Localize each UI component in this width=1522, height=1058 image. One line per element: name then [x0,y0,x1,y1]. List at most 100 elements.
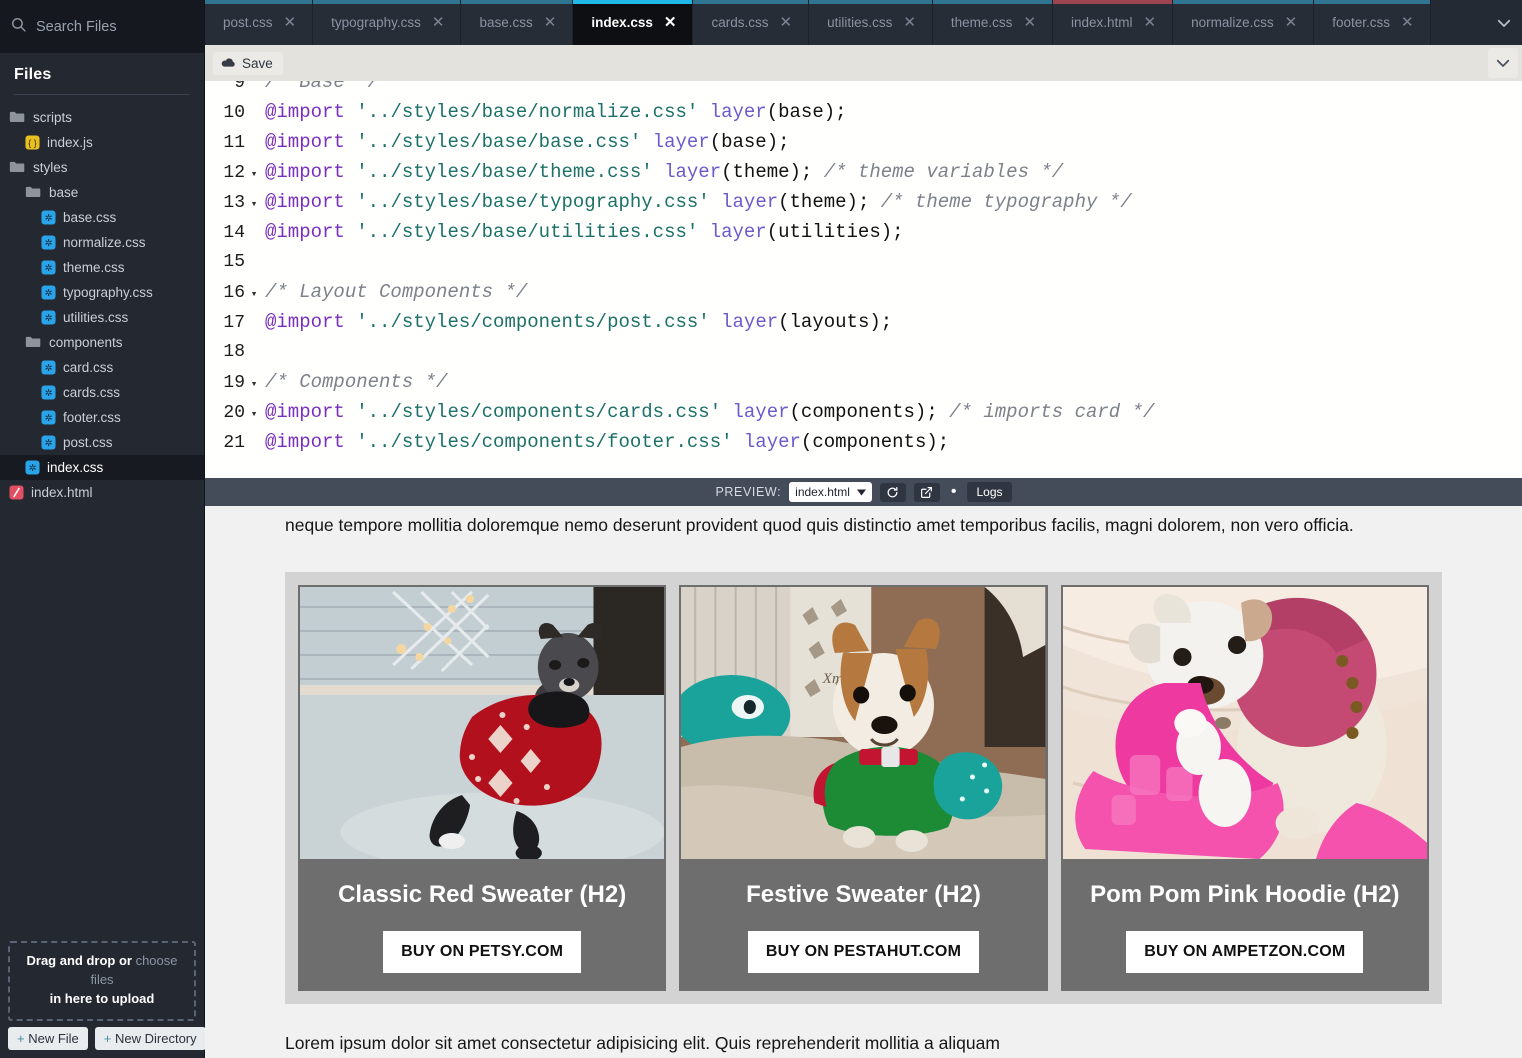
editor-toolbar: Save [205,45,1522,81]
code-line: 17@import '../styles/components/post.css… [205,307,1522,337]
tab-base-css[interactable]: base.css✕ [461,0,573,45]
fold-arrow-icon[interactable]: ▾ [247,400,261,430]
tree-item-footer-css[interactable]: ✲footer.css [0,405,204,430]
tree-item-label: base.css [63,210,116,225]
tab-label: normalize.css [1191,15,1274,30]
tab-close-icon[interactable]: ✕ [284,15,297,30]
new-item-buttons: + New File + New Directory [0,1027,204,1058]
svg-text:✲: ✲ [45,263,53,273]
tree-item-normalize-css[interactable]: ✲normalize.css [0,230,204,255]
css-file-icon: ✲ [41,410,56,425]
tree-item-card-css[interactable]: ✲card.css [0,355,204,380]
tab-accent [933,0,1052,4]
product-buy-button[interactable]: BUY ON PESTAHUT.COM [748,931,979,973]
preview-refresh-button[interactable] [880,483,906,502]
preview-logs-button[interactable]: Logs [967,482,1011,502]
chevron-down-icon [857,489,866,496]
css-file-icon: ✲ [41,235,56,250]
new-file-button[interactable]: + New File [8,1027,88,1050]
tab-normalize-css[interactable]: normalize.css ✕ [1173,0,1314,45]
tab-overflow-chevron-down-icon[interactable] [1486,0,1522,45]
css-file-icon: ✲ [41,285,56,300]
new-directory-button[interactable]: + New Directory [95,1027,206,1050]
svg-text:✲: ✲ [29,463,37,473]
line-number: 12 [205,158,247,188]
product-card: XmasFestive Sweater (H2)BUY ON PESTAHUT.… [679,585,1047,991]
tree-item-typography-css[interactable]: ✲typography.css [0,280,204,305]
tab-close-icon[interactable]: ✕ [664,15,677,30]
tree-item-index-js[interactable]: { }index.js [0,130,204,155]
cloud-icon [221,56,236,71]
tab-index-css[interactable]: index.css✕ [573,0,693,45]
tab-close-icon[interactable]: ✕ [779,15,792,30]
tree-item-components[interactable]: components [0,330,204,355]
css-file-icon: ✲ [41,210,56,225]
tab-close-icon[interactable]: ✕ [1401,15,1414,30]
folder-icon [25,335,42,351]
tab-post-css[interactable]: post.css✕ [205,0,313,45]
tree-item-cards-css[interactable]: ✲cards.css [0,380,204,405]
preview-paragraph-bottom: Lorem ipsum dolor sit amet consectetur a… [285,1004,1442,1058]
fold-arrow-icon[interactable]: ▾ [247,370,261,400]
tab-typography-css[interactable]: typography.css✕ [313,0,461,45]
preview-file-select[interactable]: index.html [789,482,872,502]
code-text: @import '../styles/components/post.css' … [261,307,892,337]
fold-arrow-icon[interactable]: ▾ [247,280,261,310]
tab-close-icon[interactable]: ✕ [1144,15,1157,30]
tree-item-utilities-css[interactable]: ✲utilities.css [0,305,204,330]
tree-item-label: theme.css [63,260,125,275]
svg-text:✲: ✲ [45,238,53,248]
tab-accent [573,0,692,4]
tab-close-icon[interactable]: ✕ [903,15,916,30]
preview-paragraph-top: neque tempore mollitia doloremque nemo d… [285,506,1442,540]
tree-item-index-css[interactable]: ✲index.css [0,455,204,480]
line-number: 20 [205,398,247,428]
product-card: Pom Pom Pink Hoodie (H2)BUY ON AMPETZON.… [1061,585,1429,991]
tree-item-theme-css[interactable]: ✲ theme.css [0,255,204,280]
toolbar-chevron-down-icon[interactable] [1488,48,1518,78]
js-file-icon: { } [25,135,40,150]
tab-theme-css[interactable]: theme.css✕ [933,0,1053,45]
line-number: 13 [205,188,247,218]
tab-cards-css[interactable]: cards.css✕ [693,0,809,45]
tab-close-icon[interactable]: ✕ [432,15,445,30]
upload-dropzone[interactable]: Drag and drop or choose files in here to… [8,941,196,1021]
search-bar[interactable] [0,0,204,53]
code-editor[interactable]: 9/* Base */10@import '../styles/base/nor… [205,81,1522,478]
tree-item-label: styles [33,160,68,175]
tree-item-base[interactable]: base [0,180,204,205]
tree-item-post-css[interactable]: ✲post.css [0,430,204,455]
fold-arrow-icon[interactable]: ▾ [247,160,261,190]
preview-open-external-button[interactable] [914,483,940,502]
product-buy-button[interactable]: BUY ON PETSY.COM [383,931,581,973]
code-line: 12▾@import '../styles/base/theme.css' la… [205,157,1522,187]
css-file-icon: ✲ [41,235,56,250]
preview-toolbar: PREVIEW: index.html • Logs [205,478,1522,506]
fold-arrow-icon[interactable]: ▾ [247,190,261,220]
code-text: @import '../styles/base/normalize.css' l… [261,97,847,127]
line-number: 21 [205,428,247,458]
tab-close-icon[interactable]: ✕ [1023,15,1036,30]
upload-text-a: Drag and drop or [27,953,136,968]
tab-footer-css[interactable]: footer.css✕ [1314,0,1430,45]
search-input[interactable] [36,19,194,35]
code-line: 10@import '../styles/base/normalize.css'… [205,97,1522,127]
tree-item-label: utilities.css [63,310,128,325]
files-header: Files [0,53,204,94]
css-file-icon: ✲ [25,460,40,475]
preview-viewport[interactable]: neque tempore mollitia doloremque nemo d… [205,506,1522,1058]
tree-item-label: scripts [33,110,72,125]
product-buy-button[interactable]: BUY ON AMPETZON.COM [1126,931,1363,973]
tab-index-html[interactable]: index.html✕ [1053,0,1173,45]
tree-item-base-css[interactable]: ✲ base.css [0,205,204,230]
tab-utilities-css[interactable]: utilities.css✕ [809,0,933,45]
tree-item-scripts[interactable]: scripts [0,105,204,130]
line-number: 14 [205,218,247,248]
code-text: /* Base */ [261,81,379,97]
tree-item-styles[interactable]: styles [0,155,204,180]
tree-item-index-html[interactable]: index.html [0,480,204,505]
tab-close-icon[interactable]: ✕ [544,15,557,30]
tab-close-icon[interactable]: ✕ [1285,15,1298,30]
save-button[interactable]: Save [213,52,283,75]
tree-item-label: index.html [31,485,93,500]
